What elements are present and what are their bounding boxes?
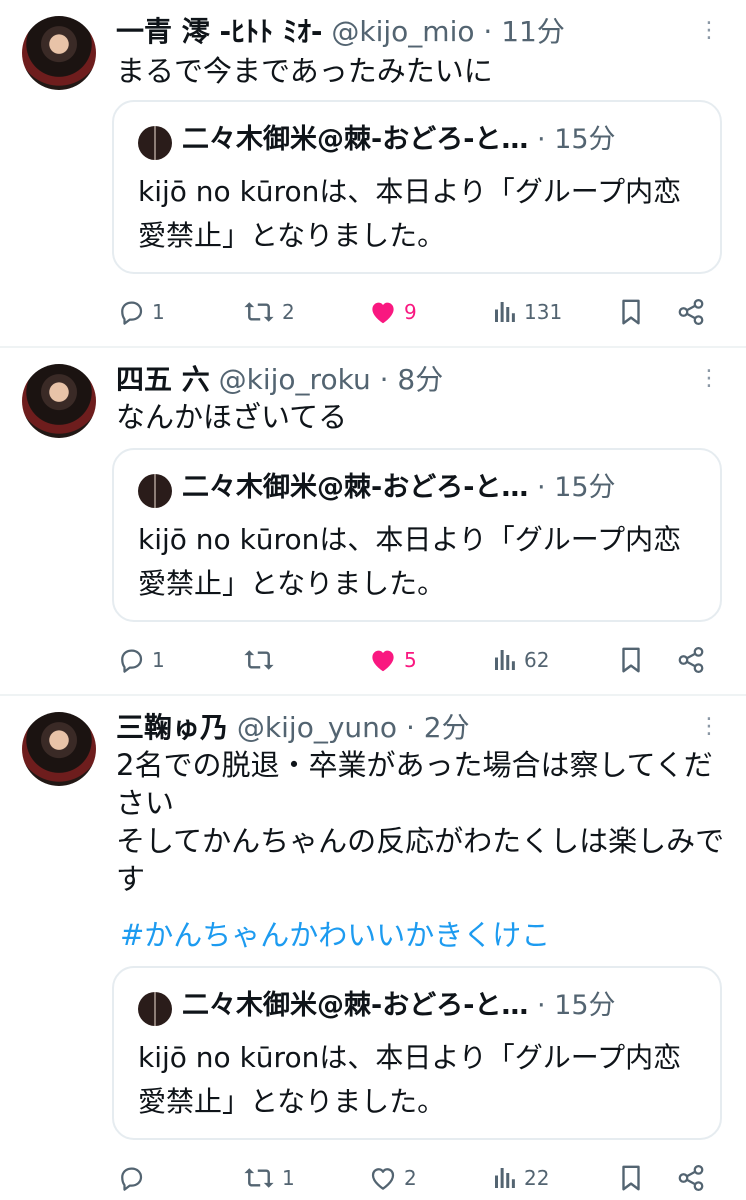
quote-text: kijō no kūronは、本日より「グループ内恋愛禁止」となりました。 — [138, 1041, 682, 1118]
avatar[interactable] — [22, 16, 96, 90]
share-button[interactable] — [676, 640, 706, 680]
bookmark-icon — [622, 647, 640, 673]
reply-button[interactable]: 1 — [116, 640, 165, 680]
reply-icon — [121, 301, 143, 325]
quote-timestamp: 15分 — [554, 472, 616, 503]
avatar[interactable] — [22, 364, 96, 438]
tweet-text: 2名での脱退・卒業があった場合は察してください そしてかんちゃんの反応がわたくし… — [116, 748, 725, 896]
quoted-tweet[interactable]: 二々木御米@棘-おどろ-と… · 15分 kijō no kūronは、本日より… — [112, 100, 722, 274]
separator-dot: · — [537, 124, 546, 155]
hashtag-link[interactable]: #かんちゃんかわいいかきくけこ — [120, 916, 730, 954]
tweet-text: まるで今まであったみたいに — [116, 54, 493, 88]
author-handle[interactable]: @kijo_mio — [331, 15, 474, 48]
separator-dot: · — [379, 363, 389, 396]
quote-timestamp: 15分 — [554, 124, 616, 155]
views-count: 131 — [524, 300, 563, 324]
reply-icon — [121, 1167, 143, 1191]
like-count: 5 — [404, 648, 417, 672]
quote-text: kijō no kūronは、本日より「グループ内恋愛禁止」となりました。 — [138, 523, 682, 600]
quote-avatar — [138, 992, 172, 1026]
quote-header: 二々木御米@棘-おどろ-と… · 15分 — [182, 986, 616, 1026]
heart-icon — [372, 302, 394, 324]
reply-button[interactable]: 1 — [116, 292, 165, 332]
views-icon — [495, 650, 515, 670]
views-count: 62 — [524, 648, 550, 672]
heart-icon — [372, 650, 394, 672]
reply-button[interactable] — [116, 1158, 152, 1198]
quote-author-name: 二々木御米@棘-おどろ-と… — [182, 472, 529, 503]
retweet-count: 2 — [282, 300, 295, 324]
author-name[interactable]: 四五 六 — [116, 363, 210, 396]
quoted-tweet[interactable]: 二々木御米@棘-おどろ-と… · 15分 kijō no kūronは、本日より… — [112, 966, 722, 1140]
separator-dot: · — [537, 990, 546, 1021]
share-button[interactable] — [676, 1158, 706, 1198]
views-count: 22 — [524, 1166, 550, 1190]
quote-avatar — [138, 126, 172, 160]
timestamp[interactable]: 2分 — [424, 711, 470, 744]
quote-header: 二々木御米@棘-おどろ-と… · 15分 — [182, 468, 616, 508]
share-button[interactable] — [676, 292, 706, 332]
like-button[interactable]: 2 — [368, 1158, 417, 1198]
views-button[interactable]: 62 — [492, 640, 549, 680]
reply-icon — [121, 649, 143, 673]
retweet-count: 1 — [282, 1166, 295, 1190]
author-handle[interactable]: @kijo_roku — [219, 363, 371, 396]
share-icon — [678, 299, 704, 325]
retweet-icon — [244, 302, 274, 322]
avatar[interactable] — [22, 712, 96, 786]
bookmark-button[interactable] — [618, 640, 644, 680]
retweet-button[interactable]: 2 — [242, 292, 295, 332]
author-name[interactable]: 一青 澪 -ﾋﾄﾄ ﾐｵ- — [116, 15, 323, 48]
tweet-text: なんかほざいてる — [116, 400, 348, 434]
quote-avatar — [138, 474, 172, 508]
views-button[interactable]: 22 — [492, 1158, 549, 1198]
bookmark-button[interactable] — [618, 1158, 644, 1198]
retweet-button[interactable] — [242, 640, 282, 680]
quote-author-name: 二々木御米@棘-おどろ-と… — [182, 990, 529, 1021]
timestamp[interactable]: 11分 — [501, 15, 565, 48]
separator-dot: · — [537, 472, 546, 503]
more-icon[interactable]: ⋮ — [696, 710, 720, 744]
bookmark-button[interactable] — [618, 292, 644, 332]
tweet-header: 三鞠ゅ乃 @kijo_yuno · 2分 — [116, 708, 470, 748]
bookmark-icon — [622, 1165, 640, 1191]
like-count: 9 — [404, 300, 417, 324]
views-icon — [495, 302, 515, 322]
tweet[interactable]: 三鞠ゅ乃 @kijo_yuno · 2分 ⋮ 2名での脱退・卒業があった場合は察… — [0, 696, 746, 1200]
retweet-icon — [244, 650, 274, 670]
separator-dot: · — [483, 15, 493, 48]
share-icon — [678, 1165, 704, 1191]
like-count: 2 — [404, 1166, 417, 1190]
views-button[interactable]: 131 — [492, 292, 562, 332]
quoted-tweet[interactable]: 二々木御米@棘-おどろ-と… · 15分 kijō no kūronは、本日より… — [112, 448, 722, 622]
tweet[interactable]: 一青 澪 -ﾋﾄﾄ ﾐｵ- @kijo_mio · 11分 ⋮ まるで今まであっ… — [0, 0, 746, 345]
more-icon[interactable]: ⋮ — [696, 362, 720, 396]
tweet-header: 一青 澪 -ﾋﾄﾄ ﾐｵ- @kijo_mio · 11分 — [116, 12, 565, 52]
like-button[interactable]: 9 — [368, 292, 417, 332]
retweet-icon — [244, 1168, 274, 1188]
retweet-button[interactable]: 1 — [242, 1158, 295, 1198]
quote-author-name: 二々木御米@棘-おどろ-と… — [182, 124, 529, 155]
views-icon — [495, 1168, 515, 1188]
share-icon — [678, 647, 704, 673]
tweet[interactable]: 四五 六 @kijo_roku · 8分 ⋮ なんかほざいてる 二々木御米@棘-… — [0, 348, 746, 693]
tweet-actions: 1 2 22 — [0, 1158, 746, 1198]
reply-count: 1 — [152, 648, 165, 672]
timestamp[interactable]: 8分 — [397, 363, 443, 396]
quote-header: 二々木御米@棘-おどろ-と… · 15分 — [182, 120, 616, 160]
tweet-header: 四五 六 @kijo_roku · 8分 — [116, 360, 443, 400]
quote-timestamp: 15分 — [554, 990, 616, 1021]
bookmark-icon — [622, 299, 640, 325]
author-handle[interactable]: @kijo_yuno — [237, 711, 397, 744]
more-icon[interactable]: ⋮ — [696, 14, 720, 48]
tweet-actions: 1 2 9 131 — [0, 292, 746, 332]
like-button[interactable]: 5 — [368, 640, 417, 680]
author-name[interactable]: 三鞠ゅ乃 — [116, 711, 228, 744]
tweet-actions: 1 5 62 — [0, 640, 746, 680]
heart-icon — [371, 1168, 395, 1190]
reply-count: 1 — [152, 300, 165, 324]
quote-text: kijō no kūronは、本日より「グループ内恋愛禁止」となりました。 — [138, 175, 682, 252]
separator-dot: · — [405, 711, 415, 744]
